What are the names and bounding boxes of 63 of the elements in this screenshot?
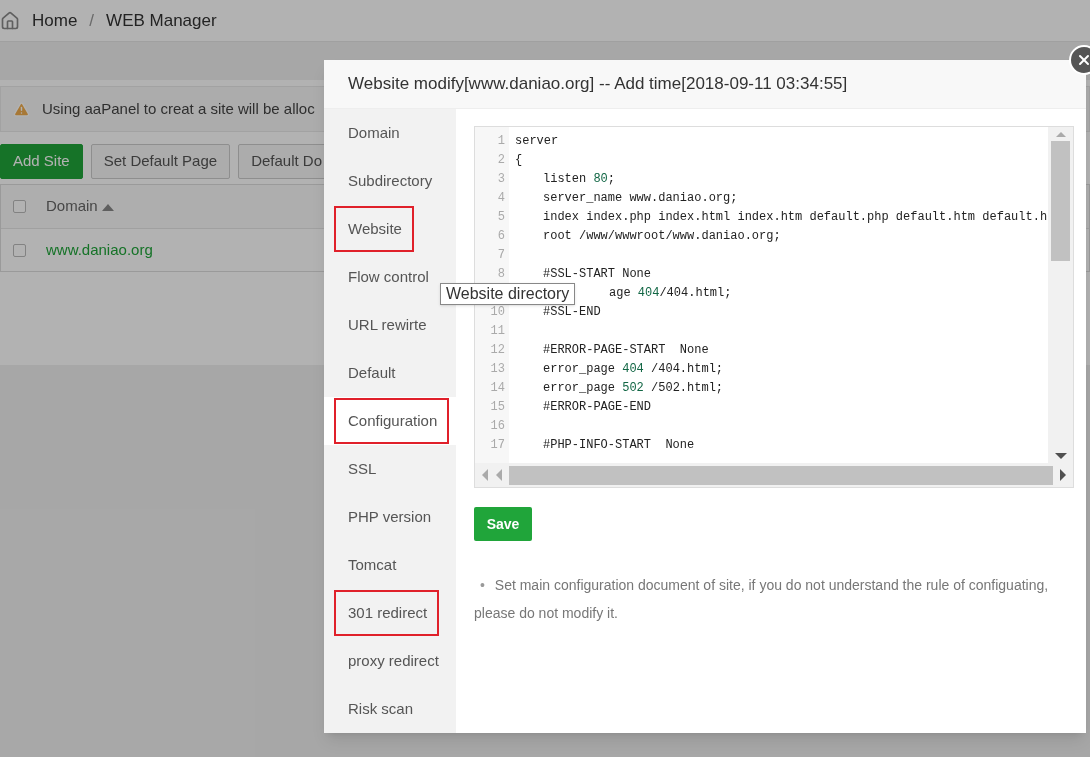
sidebar-tab[interactable]: Tomcat: [324, 543, 397, 587]
line-number: 15: [490, 398, 505, 416]
close-button[interactable]: [1069, 45, 1090, 75]
code-line: #ERROR-PAGE-START None: [543, 341, 709, 359]
code-line: index index.php index.html index.htm default.php default.htm default.h: [543, 208, 1048, 226]
code-line: #SSL-START None: [543, 265, 652, 283]
sidebar-tab[interactable]: Website: [334, 205, 414, 253]
scroll-left-icon[interactable]: [481, 469, 489, 481]
notice-text: Using aaPanel to creat a site will be alloc: [42, 98, 315, 119]
column-header[interactable]: Domain: [46, 195, 98, 218]
line-number: 7: [497, 246, 505, 264]
line-number: 5: [497, 208, 505, 226]
breadcrumb-link[interactable]: Home: [32, 7, 78, 34]
sidebar-tab[interactable]: 301 redirect: [334, 589, 440, 637]
scroll-left-icon[interactable]: [495, 469, 503, 481]
code-line: server_name www.daniao.org;: [543, 189, 738, 207]
sidebar-tab[interactable]: Configuration: [334, 397, 450, 445]
vertical-scrollbar[interactable]: [1048, 127, 1073, 463]
line-number: 11: [490, 322, 505, 340]
code-line: error_page 502 /502.html;: [543, 379, 724, 397]
line-number: 14: [490, 379, 505, 397]
close-icon: [1076, 52, 1090, 68]
line-number: 13: [490, 360, 505, 378]
code-line: server: [515, 132, 559, 150]
code-line: age 404/404.html;: [609, 284, 732, 302]
home-icon: [0, 10, 20, 31]
line-number: 17: [490, 436, 505, 454]
scrollbar-thumb[interactable]: [1051, 141, 1070, 261]
modal-title: Website modify[www.daniao.org] -- Add time[2018-09-11 03:34:55]: [348, 73, 848, 96]
scroll-right-icon[interactable]: [1059, 469, 1067, 481]
code-line: #SSL-END: [543, 303, 601, 321]
line-number: 16: [490, 417, 505, 435]
code-line: {: [515, 151, 523, 169]
sidebar-tab[interactable]: Default: [324, 351, 396, 395]
checkbox[interactable]: [13, 243, 26, 257]
sidebar-tab[interactable]: Risk scan: [324, 687, 414, 731]
code-line: root /www/wwwroot/www.daniao.org;: [543, 227, 781, 245]
code-line: listen 80;: [543, 170, 616, 188]
code-line: #ERROR-PAGE-END: [543, 398, 652, 416]
sidebar-tab[interactable]: Flow control: [324, 255, 429, 299]
tooltip: Website directory: [440, 283, 576, 305]
code-line: error_page 404 /404.html;: [543, 360, 724, 378]
breadcrumb-link[interactable]: WEB Manager: [106, 7, 217, 34]
line-number: 6: [497, 227, 505, 245]
line-number: 1: [497, 132, 505, 150]
line-number: 2: [497, 151, 505, 169]
toolbar-button[interactable]: Set Default Page: [90, 144, 231, 179]
sidebar-tab[interactable]: URL rewirte: [324, 303, 427, 347]
line-number: 12: [490, 341, 505, 359]
breadcrumb-separator: /: [89, 9, 95, 32]
sidebar-tab[interactable]: PHP version: [324, 495, 432, 539]
line-number: 3: [497, 170, 505, 188]
line-number: 8: [497, 265, 505, 283]
horizontal-scrollbar[interactable]: [475, 463, 1073, 487]
sidebar-tab[interactable]: SSL: [324, 447, 377, 491]
code-line: #PHP-INFO-START None: [543, 436, 695, 454]
warning-icon: [13, 100, 30, 118]
sidebar-tab[interactable]: proxy redirect: [324, 639, 439, 683]
line-number: 10: [490, 303, 505, 321]
line-number: 4: [497, 189, 505, 207]
checkbox[interactable]: [13, 200, 26, 213]
note-text: • Set main configuration document of site, if you do not understand the rule of configuating, please do not modify it.: [474, 576, 1050, 623]
scrollbar-thumb[interactable]: [509, 465, 1053, 485]
